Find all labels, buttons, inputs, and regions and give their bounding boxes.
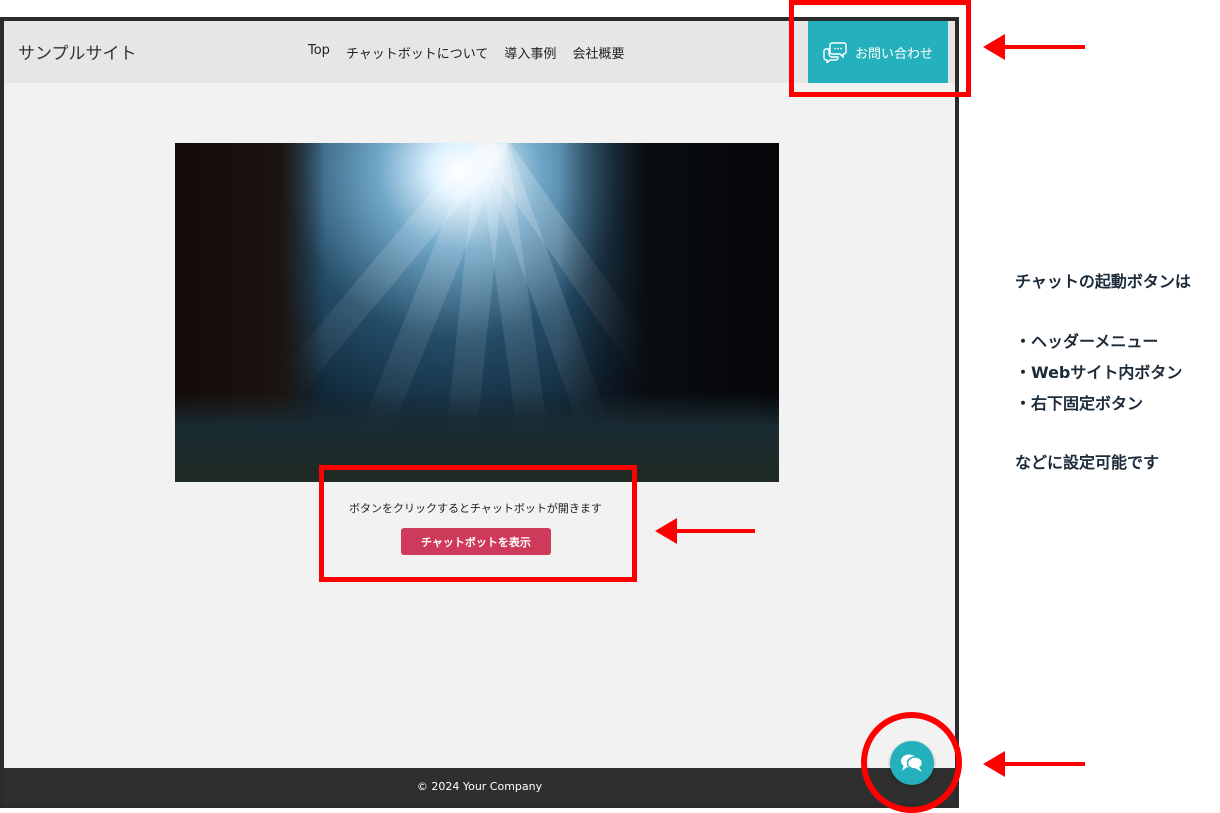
arrow-site-button — [655, 518, 755, 544]
annotation-closing: などに設定可能です — [1015, 453, 1160, 472]
annotation-item: ・Webサイト内ボタン — [1015, 363, 1183, 382]
header-nav: Top チャットボットについて 導入事例 会社概要 — [308, 43, 624, 62]
highlight-floating-button — [861, 712, 962, 813]
nav-item-company[interactable]: 会社概要 — [572, 43, 624, 62]
annotation-note: チャットの起動ボタンは ・ヘッダーメニュー ・Webサイト内ボタン ・右下固定ボ… — [1015, 268, 1215, 473]
annotation-item: ・右下固定ボタン — [1015, 394, 1144, 413]
nav-item-about-chatbot[interactable]: チャットボットについて — [346, 43, 488, 62]
highlight-header-button — [789, 0, 971, 97]
nav-item-top[interactable]: Top — [308, 43, 330, 62]
highlight-site-button — [319, 465, 637, 582]
site-title[interactable]: サンプルサイト — [18, 39, 137, 64]
hero-image — [175, 143, 779, 482]
arrow-header-button — [983, 34, 1085, 60]
annotation-item: ・ヘッダーメニュー — [1015, 332, 1159, 351]
site-footer: © 2024 Your Company — [4, 768, 955, 804]
arrow-floating-button — [983, 751, 1085, 777]
nav-item-case-studies[interactable]: 導入事例 — [504, 43, 556, 62]
browser-window: サンプルサイト Top チャットボットについて 導入事例 会社概要 お問い合わせ… — [0, 17, 959, 808]
annotation-heading: チャットの起動ボタンは — [1015, 272, 1191, 291]
footer-copyright: © 2024 Your Company — [416, 779, 543, 793]
